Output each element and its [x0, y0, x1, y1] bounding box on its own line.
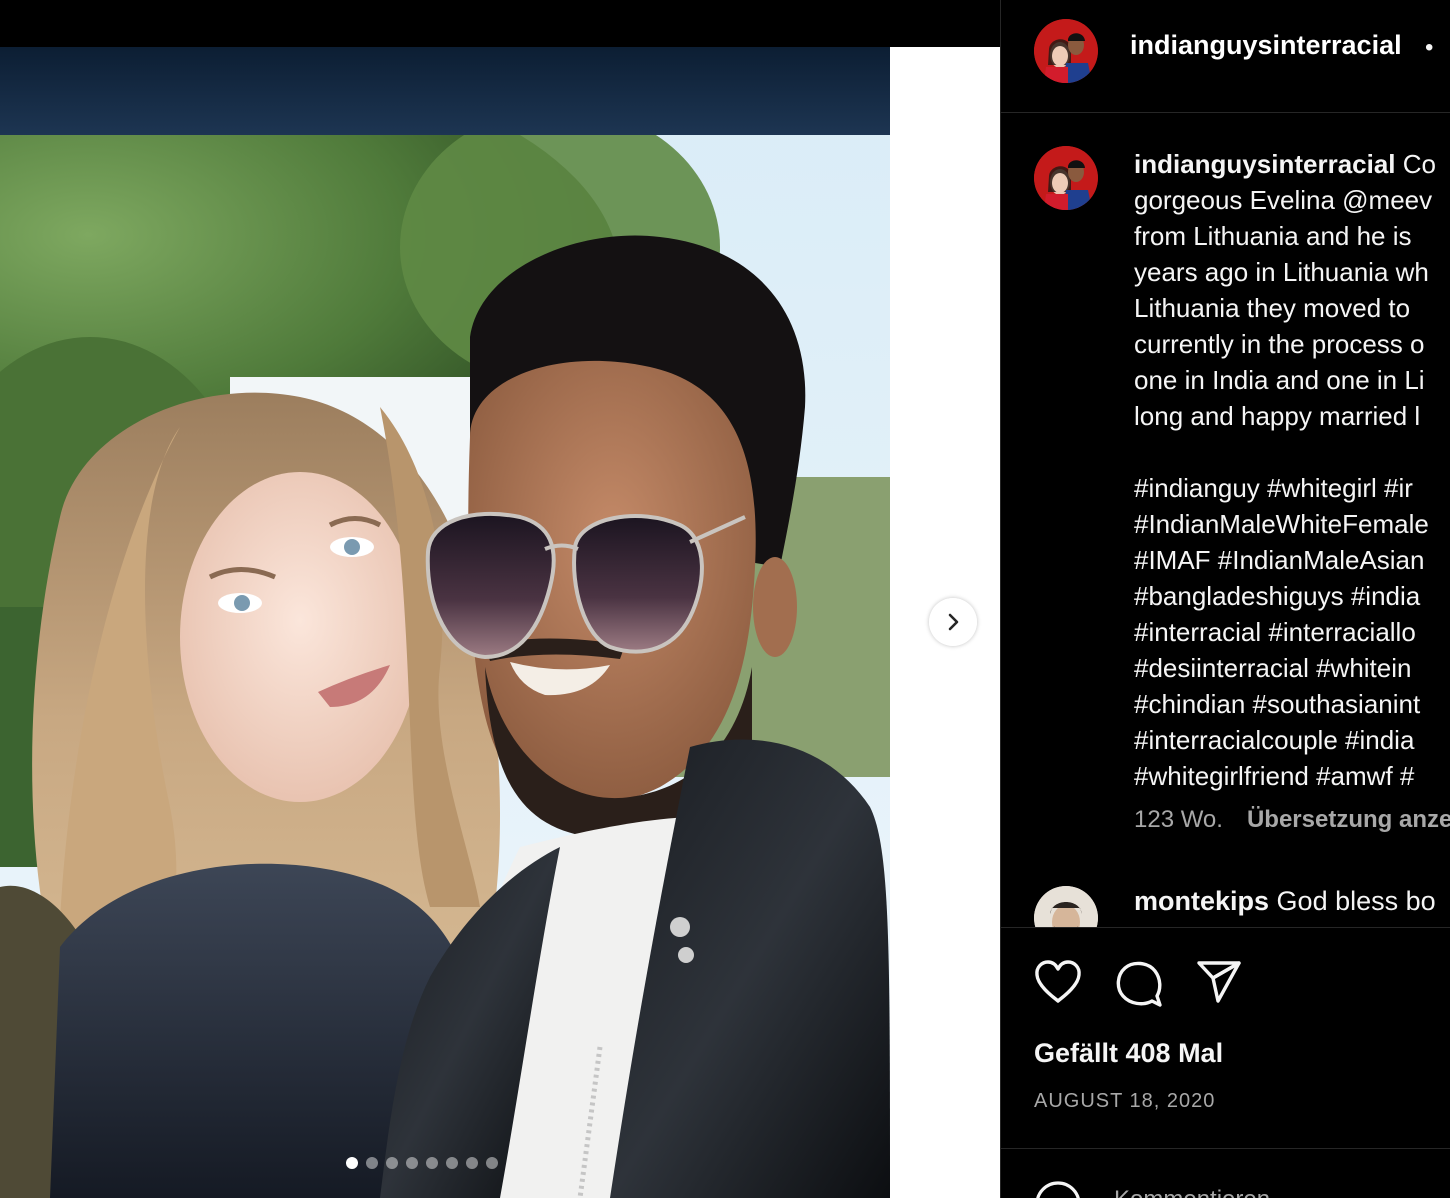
caption-text: Co	[1402, 149, 1437, 179]
hashtag-line[interactable]: #bangladeshiguys #india	[1134, 578, 1450, 614]
heart-icon[interactable]	[1034, 960, 1082, 1004]
like-count[interactable]: Gefällt 408 Mal	[1034, 1038, 1223, 1069]
hashtag-line[interactable]: #whitegirlfriend #amwf #	[1134, 758, 1450, 794]
comment-input[interactable]: Kommentieren ...	[1114, 1186, 1297, 1198]
carousel-dot-active	[346, 1157, 358, 1169]
caption-line: gorgeous Evelina @meev	[1134, 185, 1433, 215]
smiley-icon[interactable]	[1034, 1180, 1082, 1198]
caption-username[interactable]: indianguysinterracial	[1134, 149, 1396, 179]
hashtag-line[interactable]: #IMAF #IndianMaleAsian	[1134, 542, 1450, 578]
comment-username[interactable]: montekips	[1134, 886, 1269, 916]
carousel-dot	[406, 1157, 418, 1169]
post-actions: Gefällt 408 Mal AUGUST 18, 2020	[1001, 927, 1450, 1149]
media-top-bar	[0, 0, 1000, 47]
profile-picture	[1034, 19, 1098, 83]
comment-item: montekips God bless bo	[1134, 886, 1436, 917]
post-caption: indianguysinterracial Co gorgeous Evelin…	[1134, 146, 1450, 794]
comment-bubble-icon[interactable]	[1115, 960, 1163, 1008]
avatar[interactable]	[1034, 19, 1098, 83]
hashtag-line[interactable]: #indianguy #whitegirl #ir	[1134, 470, 1450, 506]
post-date: AUGUST 18, 2020	[1034, 1090, 1216, 1112]
profile-picture	[1034, 146, 1098, 210]
hashtag-line[interactable]: #desiinterracial #whitein	[1134, 650, 1450, 686]
chevron-right-icon	[948, 613, 959, 631]
hashtag-line[interactable]: #interracialcouple #india	[1134, 722, 1450, 758]
post-photo[interactable]	[0, 47, 890, 1198]
caption-line: from Lithuania and he is	[1134, 221, 1412, 251]
caption-line: indianguysinterracial Co	[1134, 146, 1450, 182]
post-header: indianguysinterracial •	[1001, 0, 1450, 113]
comment-text: God bless bo	[1276, 886, 1436, 916]
caption-meta: 123 Wo. Übersetzung anze	[1134, 806, 1450, 834]
hashtag-line[interactable]: #IndianMaleWhiteFemale	[1134, 506, 1450, 542]
hashtag-line[interactable]: #chindian #southasianint	[1134, 686, 1450, 722]
comment-input-row: Kommentieren ...	[1001, 1150, 1450, 1198]
carousel-dot	[446, 1157, 458, 1169]
carousel-dot	[366, 1157, 378, 1169]
caption-line: Lithuania they moved to	[1134, 293, 1411, 323]
carousel-dot	[386, 1157, 398, 1169]
carousel-indicator	[346, 1157, 498, 1169]
caption-line: one in India and one in Li	[1134, 365, 1425, 395]
caption-avatar[interactable]	[1034, 146, 1098, 210]
translate-button[interactable]: Übersetzung anze	[1247, 806, 1450, 833]
post-author-username[interactable]: indianguysinterracial	[1130, 30, 1402, 61]
caption-line: long and happy married l	[1134, 401, 1421, 431]
carousel-dot	[426, 1157, 438, 1169]
next-slide-button[interactable]	[929, 598, 977, 646]
carousel-dot	[466, 1157, 478, 1169]
paper-plane-icon[interactable]	[1196, 960, 1242, 1004]
carousel-dot	[486, 1157, 498, 1169]
caption-line: years ago in Lithuania wh	[1134, 257, 1429, 287]
header-separator: •	[1425, 34, 1434, 61]
post-media-area	[0, 0, 1000, 1198]
hashtag-line[interactable]: #interracial #interraciallo	[1134, 614, 1450, 650]
post-age[interactable]: 123 Wo.	[1134, 806, 1223, 833]
post-details-panel: indianguysinterracial • indianguysinterr…	[1000, 0, 1450, 1198]
caption-line: currently in the process o	[1134, 329, 1425, 359]
couple-selfie-image	[0, 47, 890, 1198]
